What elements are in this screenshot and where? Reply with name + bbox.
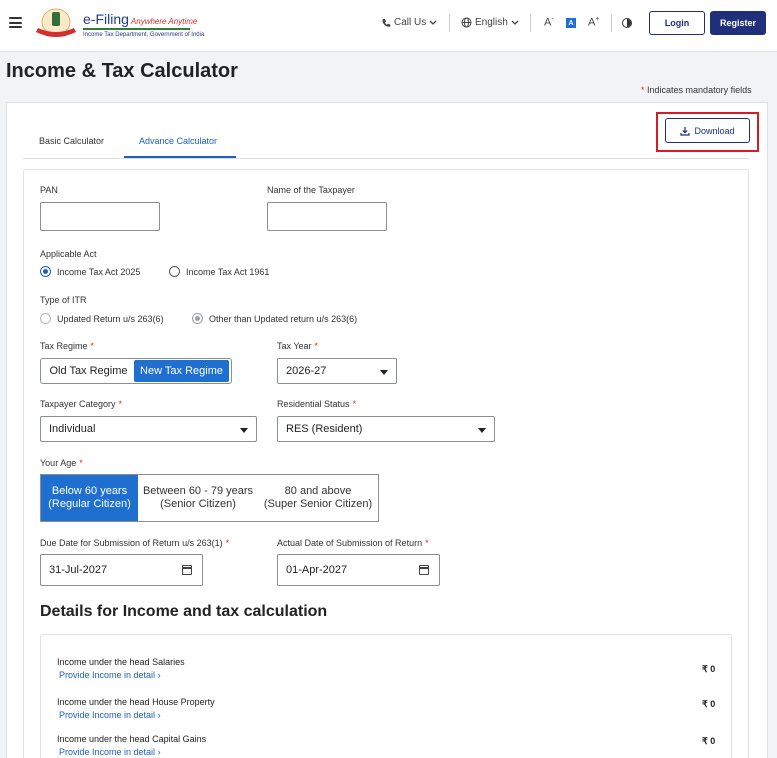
pan-label: PAN — [40, 185, 58, 195]
due-date-value: 31-Jul-2027 — [49, 564, 108, 576]
chevron-down-icon — [429, 20, 437, 25]
decrease-font-button[interactable]: A- — [544, 16, 554, 29]
menu-icon[interactable] — [9, 17, 22, 28]
radio-selected-icon — [192, 313, 203, 324]
age-option-60-79[interactable]: Between 60 - 79 years (Senior Citizen) — [138, 475, 258, 521]
age-option-line2: (Super Senior Citizen) — [263, 498, 373, 510]
calendar-icon[interactable] — [419, 565, 429, 575]
income-house-property-value: ₹ 0 — [702, 699, 716, 709]
chevron-right-icon: › — [157, 710, 161, 720]
income-house-property-label: Income under the head House Property — [57, 697, 215, 707]
top-header: e-Filing Anywhere Anytime Income Tax Depa… — [0, 0, 777, 52]
tax-regime-label: Tax Regime * — [40, 341, 95, 351]
tax-year-select[interactable]: 2026-27 — [277, 358, 397, 384]
call-us-menu[interactable]: Call Us — [381, 17, 437, 28]
radio-unselected-icon — [169, 266, 180, 277]
itr-type-label: Type of ITR — [40, 295, 87, 305]
age-option-line2: (Regular Citizen) — [48, 498, 131, 510]
taxpayer-name-input[interactable] — [267, 202, 387, 231]
radio-label: Updated Return u/s 263(6) — [57, 313, 164, 324]
download-button[interactable]: Download — [665, 118, 750, 143]
emblem-logo[interactable] — [33, 6, 79, 40]
login-button[interactable]: Login — [649, 11, 705, 35]
age-option-line2: (Senior Citizen) — [160, 498, 236, 510]
age-group-selector: Below 60 years (Regular Citizen) Between… — [40, 474, 379, 522]
actual-date-field[interactable]: 01-Apr-2027 — [277, 554, 440, 586]
taxpayer-category-select[interactable]: Individual — [40, 416, 257, 442]
download-label: Download — [694, 125, 735, 136]
language-label: English — [475, 17, 508, 28]
income-capital-gains-value: ₹ 0 — [702, 736, 716, 746]
income-salaries-value: ₹ 0 — [702, 664, 716, 674]
radio-unselected-icon — [40, 313, 51, 324]
income-salaries-label: Income under the head Salaries — [57, 657, 185, 667]
increase-font-button[interactable]: A+ — [588, 16, 599, 29]
globe-icon — [461, 17, 472, 28]
divider — [530, 14, 531, 32]
brand-block[interactable]: e-Filing Anywhere Anytime Income Tax Depa… — [83, 11, 204, 38]
actual-date-label: Actual Date of Submission of Return * — [277, 538, 429, 548]
taxpayer-category-label: Taxpayer Category * — [40, 399, 123, 409]
register-button[interactable]: Register — [710, 11, 766, 35]
age-option-below-60[interactable]: Below 60 years (Regular Citizen) — [41, 475, 138, 521]
brand-tagline: Anywhere Anytime — [130, 17, 198, 26]
tax-year-value: 2026-27 — [286, 365, 327, 377]
divider — [611, 14, 612, 32]
tab-basic-calculator[interactable]: Basic Calculator — [39, 136, 104, 146]
tax-year-label: Tax Year * — [277, 341, 319, 351]
radio-act-2025[interactable]: Income Tax Act 2025 — [40, 266, 140, 277]
radio-label: Other than Updated return u/s 263(6) — [209, 313, 358, 324]
caret-down-icon — [380, 370, 388, 375]
taxpayer-name-label: Name of the Taxpayer — [267, 185, 355, 195]
radio-act-1961[interactable]: Income Tax Act 1961 — [169, 266, 269, 277]
provide-income-house-property-link[interactable]: Provide Income in detail › — [59, 710, 161, 720]
call-us-label: Call Us — [394, 17, 427, 28]
age-option-line1: Below 60 years — [51, 485, 128, 497]
age-option-80-above[interactable]: 80 and above (Super Senior Citizen) — [258, 475, 378, 521]
age-option-line1: Between 60 - 79 years — [142, 485, 254, 497]
radio-label: Income Tax Act 2025 — [57, 266, 141, 277]
tax-regime-toggle: Old Tax Regime New Tax Regime — [40, 358, 232, 384]
old-tax-regime-option[interactable]: Old Tax Regime — [43, 360, 134, 382]
language-menu[interactable]: English — [461, 17, 519, 28]
phone-icon — [382, 18, 391, 27]
radio-other-than-updated[interactable]: Other than Updated return u/s 263(6) — [192, 313, 357, 324]
due-date-field[interactable]: 31-Jul-2027 — [40, 554, 203, 586]
divider — [449, 14, 450, 32]
residential-status-label: Residential Status * — [277, 399, 357, 409]
income-capital-gains-label: Income under the head Capital Gains — [57, 734, 207, 744]
contrast-icon[interactable] — [622, 18, 632, 28]
radio-label: Income Tax Act 1961 — [186, 266, 270, 277]
due-date-label: Due Date for Submission of Return u/s 26… — [40, 538, 230, 548]
your-age-label: Your Age * — [40, 458, 83, 468]
chevron-right-icon: › — [157, 670, 161, 680]
brand-underline — [83, 28, 190, 30]
download-icon — [680, 126, 691, 136]
page-title: Income & Tax Calculator — [6, 60, 238, 82]
chevron-down-icon — [511, 20, 519, 25]
calendar-icon[interactable] — [182, 565, 192, 575]
age-option-line1: 80 and above — [284, 485, 352, 497]
brand-title: e-Filing Anywhere Anytime — [83, 11, 198, 27]
taxpayer-category-value: Individual — [49, 423, 96, 435]
residential-status-select[interactable]: RES (Resident) — [277, 416, 495, 442]
provide-income-capital-gains-link[interactable]: Provide Income in detail › — [59, 747, 161, 757]
tab-advance-calculator[interactable]: Advance Calculator — [139, 136, 217, 146]
pan-input[interactable] — [40, 202, 160, 231]
chevron-right-icon: › — [157, 747, 161, 757]
new-tax-regime-option[interactable]: New Tax Regime — [134, 360, 229, 382]
tabs-divider — [23, 158, 749, 159]
caret-down-icon — [478, 428, 486, 433]
residential-status-value: RES (Resident) — [286, 423, 363, 435]
applicable-act-label: Applicable Act — [40, 249, 97, 259]
mandatory-note: * Indicates mandatory fields — [641, 85, 752, 95]
brand-subtitle: Income Tax Department, Government of Ind… — [83, 32, 205, 38]
radio-updated-return[interactable]: Updated Return u/s 263(6) — [40, 313, 164, 324]
details-section-title: Details for Income and tax calculation — [40, 603, 328, 620]
radio-selected-icon — [40, 266, 51, 277]
actual-date-value: 01-Apr-2027 — [286, 564, 348, 576]
caret-down-icon — [240, 428, 248, 433]
provide-income-salaries-link[interactable]: Provide Income in detail › — [59, 670, 161, 680]
normal-font-button[interactable]: A — [566, 18, 576, 28]
